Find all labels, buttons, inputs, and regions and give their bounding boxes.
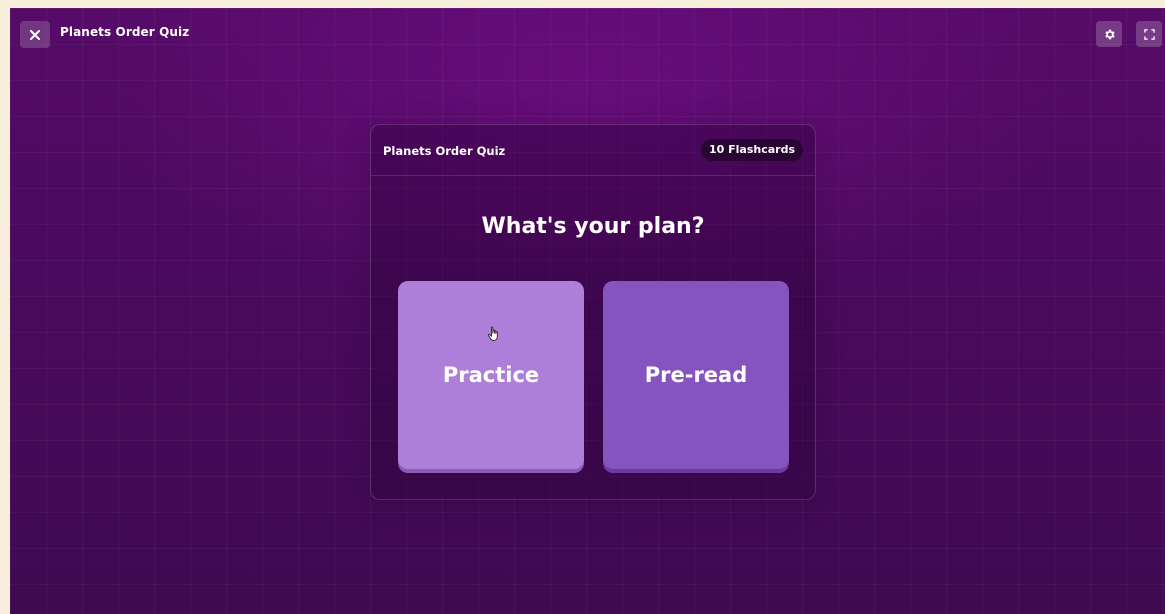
pre-read-button[interactable]: Pre-read [603, 281, 789, 469]
top-bar: Planets Order Quiz [10, 8, 1165, 60]
plan-panel: Planets Order Quiz 10 Flashcards What's … [370, 124, 816, 500]
app-stage: Planets Order Quiz Planets Order Quiz 10… [10, 8, 1165, 614]
plan-heading: What's your plan? [481, 214, 705, 239]
close-button[interactable] [20, 21, 50, 48]
close-icon [30, 29, 40, 40]
deck-title: Planets Order Quiz [383, 144, 506, 158]
panel-header: Planets Order Quiz 10 Flashcards [371, 125, 815, 176]
gear-icon [1104, 29, 1115, 39]
practice-button[interactable]: Practice [398, 281, 584, 469]
app-title: Planets Order Quiz [60, 25, 190, 39]
settings-button[interactable] [1096, 21, 1122, 47]
flashcard-count-badge: 10 Flashcards [700, 139, 803, 161]
fullscreen-icon [1143, 28, 1155, 40]
fullscreen-button[interactable] [1136, 21, 1162, 47]
